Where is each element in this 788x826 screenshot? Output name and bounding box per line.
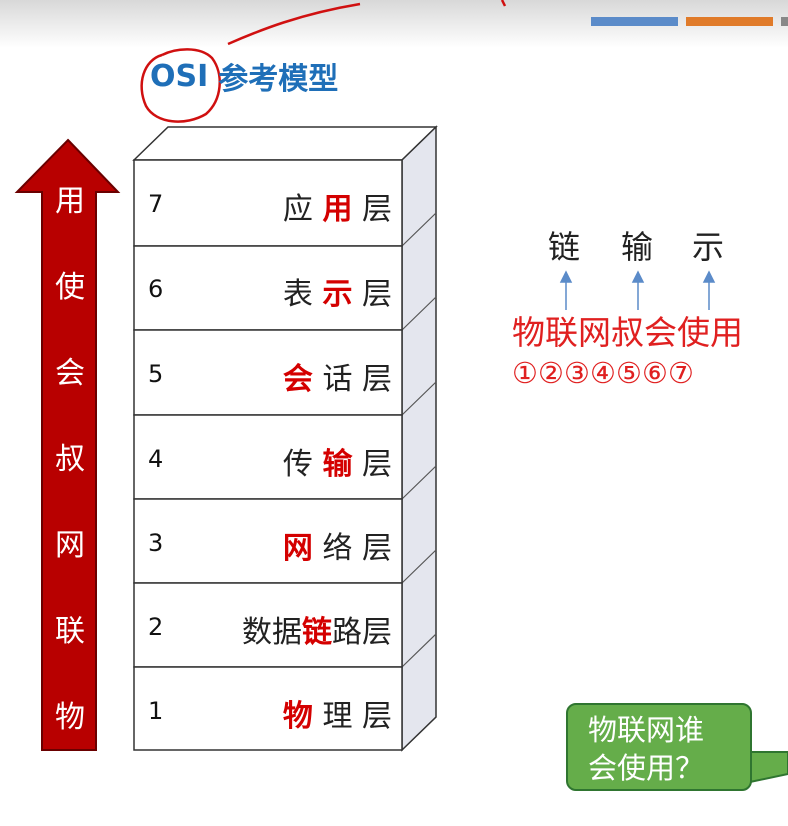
callout-line-2: 会使用？ — [588, 751, 705, 785]
callout-line-1: 物联网谁 — [588, 713, 705, 747]
callout-bubble: 物联网谁 会使用？ — [566, 703, 752, 791]
